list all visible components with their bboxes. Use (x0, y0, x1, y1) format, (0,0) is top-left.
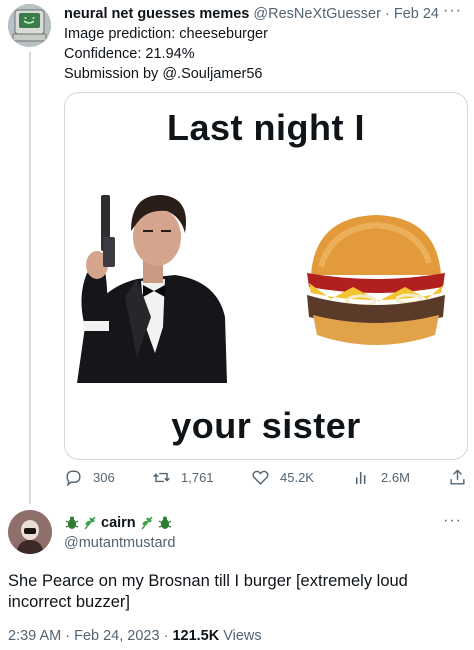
tweet-header: neural net guesses memes @ResNeXtGuesser… (64, 4, 464, 24)
avatar-cairn[interactable] (8, 510, 52, 554)
like-count: 45.2K (280, 470, 314, 485)
views-button[interactable]: 2.6M (352, 468, 410, 487)
meme-image[interactable]: Last night I your sister (64, 92, 468, 460)
retweet-icon (153, 472, 170, 483)
share-button[interactable] (448, 468, 474, 487)
reply-handle[interactable]: @mutantmustard (64, 533, 175, 553)
thread-connector-line (29, 52, 31, 504)
computer-avatar-icon (8, 4, 51, 47)
handle[interactable]: @ResNeXtGuesser (253, 6, 381, 22)
retweet-count: 1,761 (181, 470, 214, 485)
reply-more-options-button[interactable]: ··· (443, 512, 462, 530)
reply-icon (66, 470, 81, 487)
herb-icon (84, 516, 96, 530)
meme-bottom-text: your sister (171, 405, 361, 446)
tweet-date[interactable]: · Feb 24 (385, 6, 439, 22)
like-icon (252, 470, 269, 485)
cheeseburger-image (307, 215, 445, 345)
views-icon (355, 471, 366, 484)
user-avatar-icon (8, 510, 52, 554)
retweet-button[interactable]: 1,761 (152, 468, 214, 487)
tweet-text-line-2: Confidence: 21.94% (64, 46, 195, 62)
tweet-actions-bar: 306 1,761 45.2K 2.6M (64, 468, 468, 490)
man-in-tuxedo-image (77, 195, 227, 383)
reply-timestamp[interactable]: 2:39 AM · Feb 24, 2023 · (8, 628, 172, 644)
display-name[interactable]: neural net guesses memes (64, 6, 249, 22)
reply-views-count: 121.5K (172, 628, 220, 644)
reply-button[interactable]: 306 (64, 468, 115, 487)
share-icon (450, 469, 465, 485)
reply-metadata: 2:39 AM · Feb 24, 2023 · 121.5K Views (8, 626, 262, 646)
bug-icon (158, 516, 172, 529)
tweet-text-line-3: Submission by @.Souljamer56 (64, 66, 263, 82)
reply-views-label: Views (219, 628, 262, 644)
avatar-neural-net[interactable] (8, 4, 51, 47)
meme-top-text: Last night I (167, 107, 365, 148)
bug-icon (65, 516, 79, 529)
reply-count: 306 (93, 470, 115, 485)
reply-text: She Pearce on my Brosnan till I burger [… (8, 572, 408, 611)
reply-display-name-row[interactable]: cairn (64, 513, 173, 533)
tweet-text-line-1: Image prediction: cheeseburger (64, 26, 268, 42)
like-button[interactable]: 45.2K (251, 468, 314, 487)
more-options-button[interactable]: ··· (443, 2, 462, 20)
reply-display-name: cairn (101, 515, 136, 531)
herb-icon (141, 516, 153, 530)
views-count: 2.6M (381, 470, 410, 485)
